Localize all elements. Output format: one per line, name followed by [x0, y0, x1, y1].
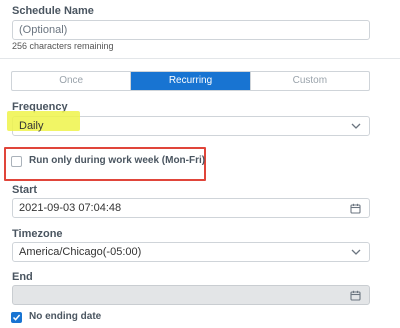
timezone-select[interactable]: America/Chicago(-05:00) [12, 242, 370, 262]
schedule-name-label: Schedule Name [12, 5, 94, 17]
chevron-down-icon [351, 243, 361, 261]
timezone-value: America/Chicago(-05:00) [19, 246, 142, 258]
end-label: End [12, 271, 33, 283]
section-divider [0, 58, 400, 59]
tab-recurring[interactable]: Recurring [130, 72, 250, 90]
check-icon [12, 314, 21, 321]
no-ending-date-label: No ending date [29, 311, 102, 322]
start-value: 2021-09-03 07:04:48 [19, 202, 122, 214]
calendar-icon [350, 286, 361, 304]
chars-remaining-hint: 256 characters remaining [12, 41, 114, 51]
chevron-down-icon [351, 117, 361, 135]
schedule-type-tabs: Once Recurring Custom [11, 71, 370, 91]
work-week-label: Run only during work week (Mon-Fri) [29, 155, 206, 166]
tab-custom[interactable]: Custom [249, 72, 369, 90]
no-ending-date-checkbox[interactable] [11, 312, 22, 323]
schedule-name-input[interactable]: (Optional) [12, 20, 370, 40]
start-label: Start [12, 184, 38, 196]
calendar-icon[interactable] [350, 199, 361, 217]
timezone-label: Timezone [12, 228, 63, 240]
frequency-value: Daily [19, 120, 44, 132]
frequency-highlight [7, 111, 80, 131]
end-datetime-input [12, 285, 370, 305]
start-datetime-input[interactable]: 2021-09-03 07:04:48 [12, 198, 370, 218]
tab-once[interactable]: Once [12, 72, 130, 90]
work-week-checkbox[interactable] [11, 156, 22, 167]
